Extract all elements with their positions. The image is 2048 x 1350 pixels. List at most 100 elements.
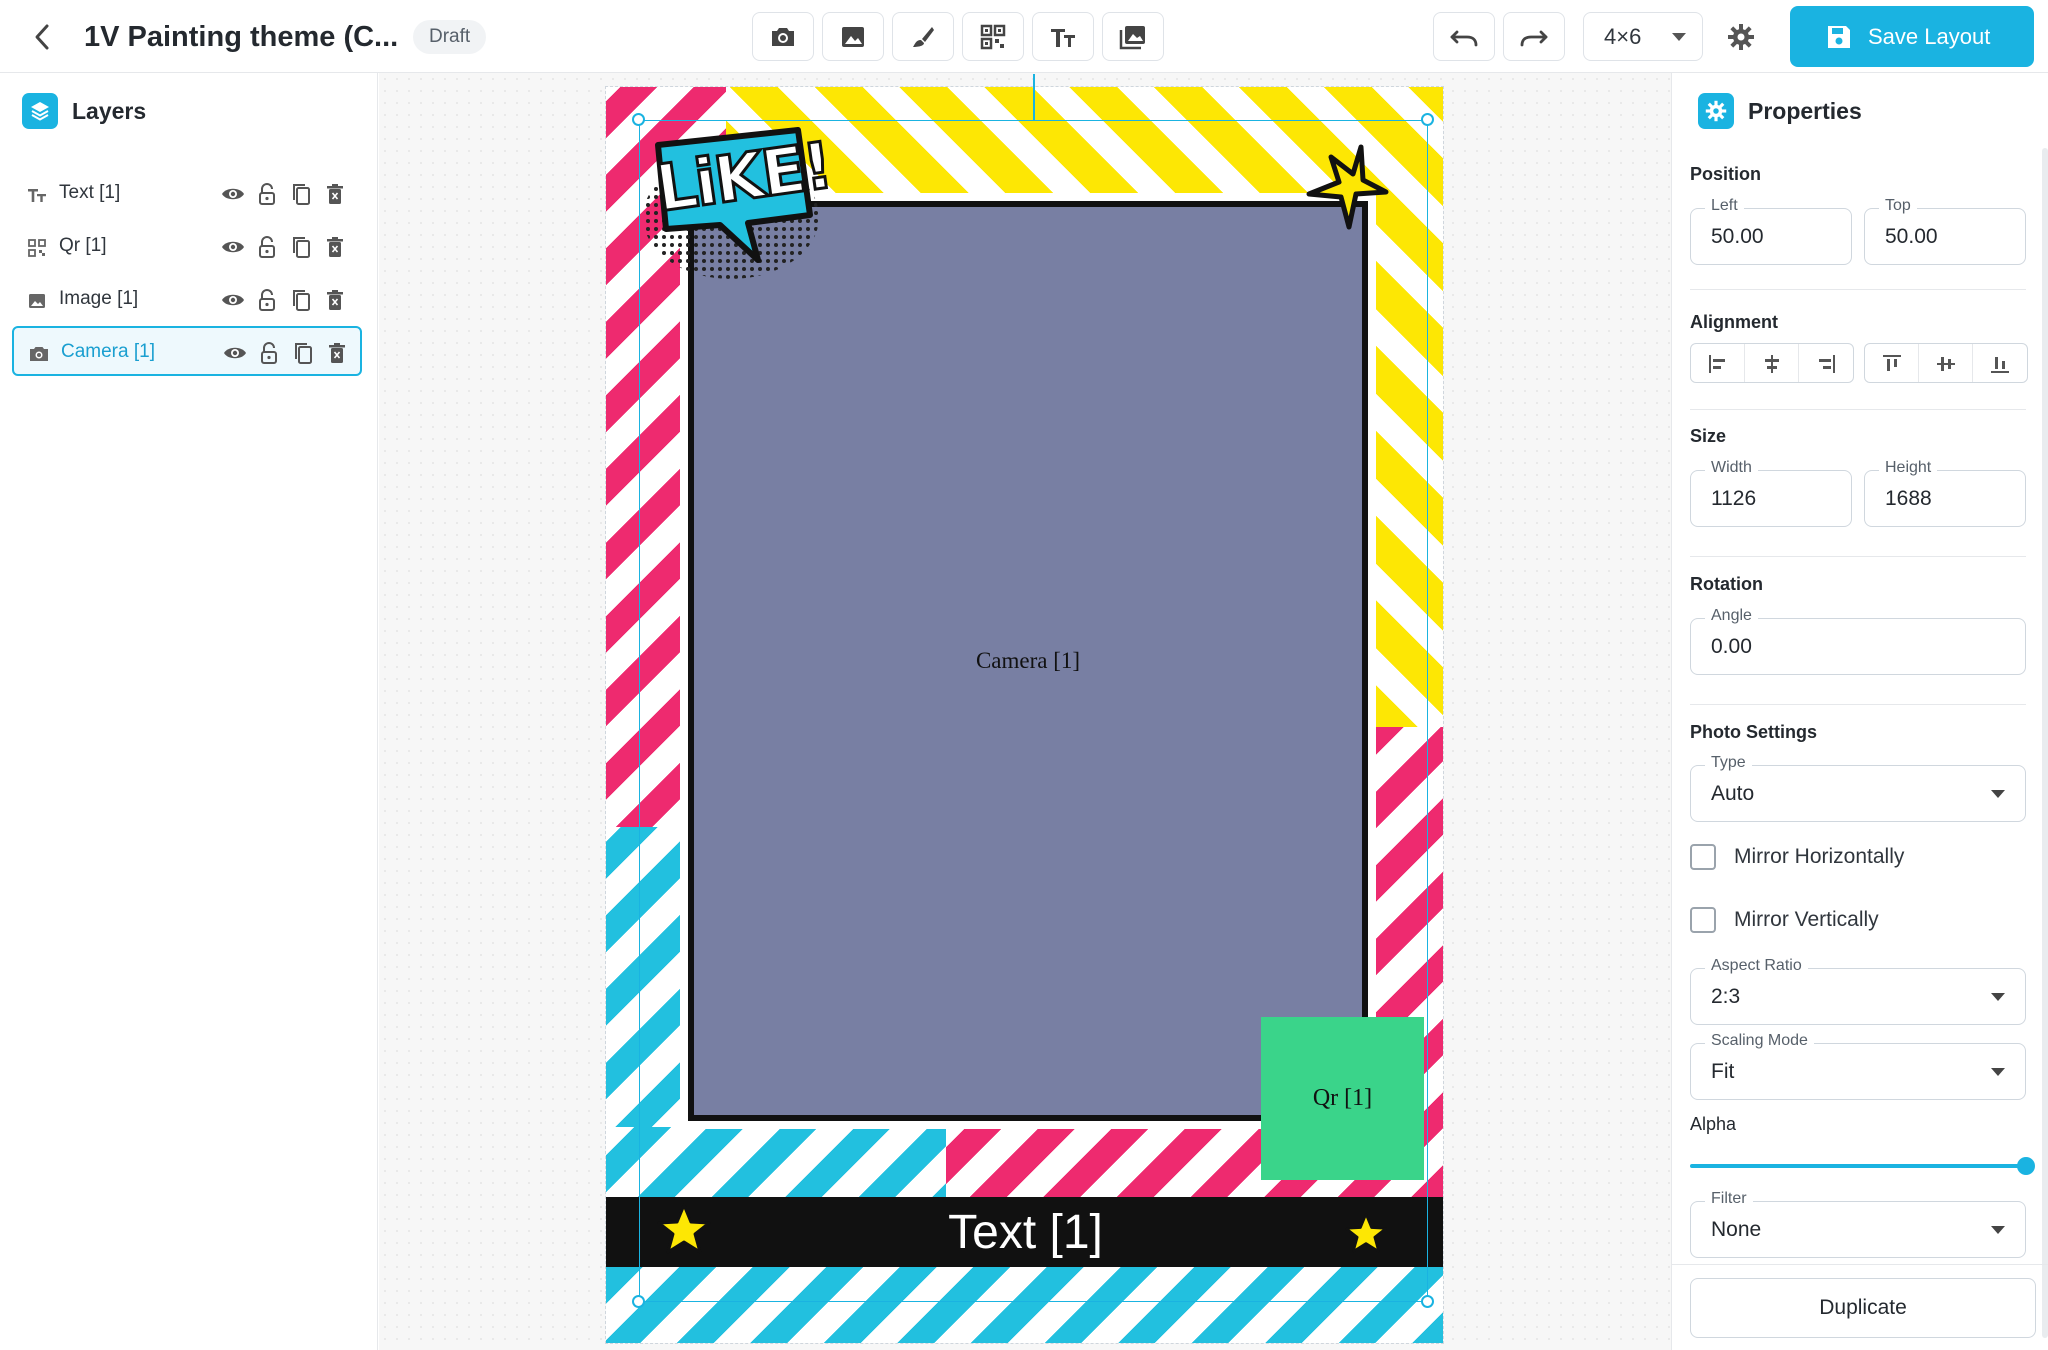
- type-select-value: Auto: [1711, 782, 1755, 805]
- text-icon: [1051, 28, 1075, 47]
- delete-layer-button[interactable]: [324, 340, 350, 366]
- width-field-value: 1126: [1711, 487, 1757, 510]
- delete-layer-button[interactable]: [322, 234, 348, 260]
- checkbox-box[interactable]: [1690, 907, 1716, 933]
- redo-button[interactable]: [1503, 12, 1565, 61]
- resize-handle-bottom-right[interactable]: [1421, 1295, 1434, 1308]
- unlock-icon: [259, 183, 275, 205]
- delete-layer-button[interactable]: [322, 181, 348, 207]
- alpha-slider-knob[interactable]: [2017, 1157, 2035, 1175]
- layer-label: Text [1]: [59, 182, 121, 203]
- delete-layer-button[interactable]: [322, 287, 348, 313]
- image-tool-button[interactable]: [822, 12, 884, 61]
- properties-scrollbar[interactable]: [2042, 148, 2048, 1338]
- scaling-mode-select[interactable]: Scaling Mode Fit: [1690, 1032, 2026, 1100]
- qr-placeholder[interactable]: Qr [1]: [1261, 1017, 1424, 1180]
- height-field-value: 1688: [1885, 487, 1932, 510]
- text-banner[interactable]: Text [1]: [606, 1197, 1443, 1267]
- duplicate-layer-button[interactable]: [288, 287, 314, 313]
- resize-handle-top-left[interactable]: [632, 113, 645, 126]
- caret-down-icon: [1672, 33, 1686, 41]
- width-field[interactable]: Width 1126: [1690, 459, 1852, 527]
- height-field[interactable]: Height 1688: [1864, 459, 2026, 527]
- align-bottom-button[interactable]: [1973, 344, 2027, 382]
- alpha-slider[interactable]: [1690, 1156, 2035, 1176]
- alpha-slider-track: [1690, 1164, 2026, 1168]
- duplicate-layer-button[interactable]: [288, 234, 314, 260]
- visibility-toggle[interactable]: [220, 181, 246, 207]
- type-select[interactable]: Type Auto: [1690, 754, 2026, 822]
- align-middle-v-button[interactable]: [1919, 344, 1973, 382]
- align-right-icon: [1819, 355, 1835, 373]
- visibility-toggle[interactable]: [220, 287, 246, 313]
- type-select-label: Type: [1705, 754, 1752, 772]
- paper-size-select[interactable]: 4×6: [1583, 12, 1703, 61]
- lock-toggle[interactable]: [256, 340, 282, 366]
- divider: [1690, 409, 2026, 410]
- align-top-button[interactable]: [1865, 344, 1919, 382]
- lock-toggle[interactable]: [254, 287, 280, 313]
- eye-icon: [224, 347, 246, 359]
- trash-icon: [327, 184, 343, 204]
- align-top-icon: [1882, 355, 1901, 371]
- resize-handle-top-right[interactable]: [1421, 113, 1434, 126]
- left-field[interactable]: Left 50.00: [1690, 197, 1852, 265]
- top-bar: 1V Painting theme (C... Draft 4×6 Save L…: [0, 0, 2048, 73]
- undo-button[interactable]: [1433, 12, 1495, 61]
- align-left-button[interactable]: [1691, 344, 1745, 382]
- save-layout-button[interactable]: Save Layout: [1790, 6, 2034, 67]
- text-tool-button[interactable]: [1032, 12, 1094, 61]
- frame-stripes-cyan-bottom-strip: [606, 1267, 1443, 1343]
- aspect-ratio-select[interactable]: Aspect Ratio 2:3: [1690, 957, 2026, 1025]
- duplicate-button[interactable]: Duplicate: [1690, 1278, 2036, 1338]
- lock-toggle[interactable]: [254, 181, 280, 207]
- visibility-toggle[interactable]: [222, 340, 248, 366]
- aspect-ratio-value: 2:3: [1711, 985, 1741, 1008]
- qr-icon: [26, 237, 48, 259]
- brush-icon: [913, 26, 934, 47]
- scaling-mode-label: Scaling Mode: [1705, 1032, 1814, 1050]
- layer-item-camera[interactable]: Camera [1]: [12, 326, 362, 376]
- mirror-horizontally-checkbox[interactable]: Mirror Horizontally: [1690, 844, 1904, 870]
- top-field[interactable]: Top 50.00: [1864, 197, 2026, 265]
- gallery-icon: [1119, 25, 1145, 49]
- left-field-value: 50.00: [1711, 225, 1764, 248]
- gallery-tool-button[interactable]: [1102, 12, 1164, 61]
- checkbox-box[interactable]: [1690, 844, 1716, 870]
- align-center-h-button[interactable]: [1745, 344, 1799, 382]
- top-field-value: 50.00: [1885, 225, 1938, 248]
- artboard[interactable]: Camera [1] Qr [1] Text [1] LiKE!: [605, 86, 1444, 1344]
- caret-down-icon: [1991, 993, 2005, 1001]
- camera-placeholder[interactable]: Camera [1]: [680, 193, 1376, 1129]
- layer-item-qr[interactable]: Qr [1]: [12, 222, 362, 272]
- duplicate-layer-button[interactable]: [288, 181, 314, 207]
- layers-title: Layers: [72, 97, 147, 124]
- layer-item-text[interactable]: Text [1]: [12, 169, 362, 219]
- layer-item-image[interactable]: Image [1]: [12, 275, 362, 325]
- qr-tool-button[interactable]: [962, 12, 1024, 61]
- image-icon: [842, 26, 864, 47]
- settings-button[interactable]: [1720, 16, 1762, 58]
- lock-toggle[interactable]: [254, 234, 280, 260]
- size-heading: Size: [1690, 426, 1727, 446]
- mirror-vertically-checkbox[interactable]: Mirror Vertically: [1690, 907, 1879, 933]
- layers-header: Layers: [22, 93, 146, 129]
- align-right-button[interactable]: [1799, 344, 1853, 382]
- angle-field[interactable]: Angle 0.00: [1690, 607, 2026, 675]
- properties-panel: Properties Position Left 50.00 Top 50.00…: [1671, 73, 2048, 1350]
- left-field-label: Left: [1705, 197, 1744, 215]
- duplicate-layer-button[interactable]: [290, 340, 316, 366]
- top-field-label: Top: [1879, 197, 1917, 215]
- resize-handle-bottom-left[interactable]: [632, 1295, 645, 1308]
- brush-tool-button[interactable]: [892, 12, 954, 61]
- camera-tool-button[interactable]: [752, 12, 814, 61]
- back-button[interactable]: [22, 18, 62, 56]
- rotation-handle[interactable]: [1033, 74, 1035, 120]
- visibility-toggle[interactable]: [220, 234, 246, 260]
- filter-select[interactable]: Filter None: [1690, 1190, 2026, 1258]
- unlock-icon: [261, 342, 277, 364]
- like-sticker: LiKE!: [636, 117, 837, 287]
- rotation-heading: Rotation: [1690, 574, 1763, 594]
- position-heading: Position: [1690, 164, 1761, 184]
- camera-placeholder-label: Camera [1]: [975, 648, 1081, 673]
